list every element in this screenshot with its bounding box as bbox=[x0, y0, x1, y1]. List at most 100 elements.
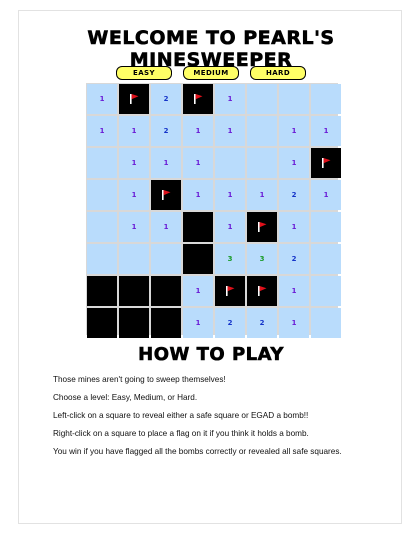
board-cell[interactable] bbox=[311, 308, 341, 338]
instruction-line: Choose a level: Easy, Medium, or Hard. bbox=[53, 393, 198, 402]
cell-number: 1 bbox=[163, 159, 169, 167]
board-cell[interactable] bbox=[311, 244, 341, 274]
board-cell[interactable]: 1 bbox=[183, 180, 213, 210]
board-cell[interactable] bbox=[183, 84, 213, 114]
board-cell[interactable]: 1 bbox=[119, 116, 149, 146]
board-cell[interactable]: 1 bbox=[215, 212, 245, 242]
board-cell[interactable] bbox=[311, 212, 341, 242]
board-cell[interactable] bbox=[87, 276, 117, 306]
flag-icon bbox=[258, 222, 267, 232]
board-cell[interactable] bbox=[279, 84, 309, 114]
board-cell[interactable] bbox=[87, 212, 117, 242]
cell-number: 1 bbox=[195, 319, 201, 327]
board-cell[interactable] bbox=[311, 84, 341, 114]
board-cell[interactable] bbox=[247, 212, 277, 242]
cell-number: 1 bbox=[291, 287, 297, 295]
board-cell[interactable]: 1 bbox=[183, 148, 213, 178]
board-cell[interactable] bbox=[87, 308, 117, 338]
board-cell[interactable] bbox=[311, 148, 341, 178]
flag-icon bbox=[322, 158, 331, 168]
board-cell[interactable]: 1 bbox=[87, 116, 117, 146]
board-cell[interactable]: 1 bbox=[183, 116, 213, 146]
board-cell[interactable] bbox=[247, 276, 277, 306]
instruction-line: Right-click on a square to place a flag … bbox=[53, 429, 309, 438]
board-cell[interactable]: 2 bbox=[247, 308, 277, 338]
board-cell[interactable] bbox=[247, 116, 277, 146]
board-cell[interactable]: 1 bbox=[279, 276, 309, 306]
board-cell[interactable]: 2 bbox=[151, 116, 181, 146]
board-cell[interactable]: 3 bbox=[247, 244, 277, 274]
cell-number: 1 bbox=[131, 127, 137, 135]
board-cell[interactable] bbox=[119, 244, 149, 274]
cell-number: 3 bbox=[227, 255, 233, 263]
board-cell[interactable]: 1 bbox=[215, 116, 245, 146]
cell-number: 2 bbox=[163, 95, 169, 103]
board-cell[interactable]: 1 bbox=[119, 148, 149, 178]
board-cell[interactable]: 1 bbox=[215, 180, 245, 210]
flag-icon bbox=[130, 94, 139, 104]
board-cell[interactable]: 2 bbox=[215, 308, 245, 338]
cell-number: 2 bbox=[227, 319, 233, 327]
cell-number: 2 bbox=[291, 255, 297, 263]
board-cell[interactable]: 1 bbox=[119, 180, 149, 210]
cell-number: 1 bbox=[99, 127, 105, 135]
cell-number: 2 bbox=[259, 319, 265, 327]
board-cell[interactable] bbox=[151, 244, 181, 274]
board-cell[interactable]: 1 bbox=[247, 180, 277, 210]
cell-number: 1 bbox=[195, 287, 201, 295]
board-cell[interactable] bbox=[151, 308, 181, 338]
cell-number: 1 bbox=[291, 127, 297, 135]
board-cell[interactable] bbox=[119, 308, 149, 338]
flag-icon bbox=[258, 286, 267, 296]
board-cell[interactable]: 1 bbox=[279, 116, 309, 146]
cell-number: 1 bbox=[291, 159, 297, 167]
board-cell[interactable] bbox=[215, 276, 245, 306]
cell-number: 1 bbox=[195, 127, 201, 135]
board-cell[interactable]: 1 bbox=[311, 180, 341, 210]
board-cell[interactable]: 2 bbox=[279, 180, 309, 210]
board-cell[interactable] bbox=[87, 148, 117, 178]
cell-number: 1 bbox=[131, 159, 137, 167]
hard-button[interactable]: Hard bbox=[250, 66, 306, 80]
board-cell[interactable]: 1 bbox=[311, 116, 341, 146]
board-cell[interactable]: 1 bbox=[183, 308, 213, 338]
board-cell[interactable]: 1 bbox=[215, 84, 245, 114]
board-cell[interactable] bbox=[215, 148, 245, 178]
board-cell[interactable]: 1 bbox=[279, 148, 309, 178]
board-cell[interactable] bbox=[151, 276, 181, 306]
cell-number: 1 bbox=[131, 191, 137, 199]
board-cell[interactable]: 1 bbox=[279, 308, 309, 338]
board-cell[interactable]: 2 bbox=[279, 244, 309, 274]
board-cell[interactable] bbox=[119, 84, 149, 114]
board-cell[interactable] bbox=[183, 244, 213, 274]
cell-number: 1 bbox=[131, 223, 137, 231]
cell-number: 1 bbox=[99, 95, 105, 103]
board-cell[interactable] bbox=[119, 276, 149, 306]
cell-number: 1 bbox=[195, 159, 201, 167]
flag-icon bbox=[226, 286, 235, 296]
cell-number: 1 bbox=[227, 191, 233, 199]
board-cell[interactable]: 1 bbox=[87, 84, 117, 114]
board-cell[interactable] bbox=[183, 212, 213, 242]
cell-number: 1 bbox=[323, 191, 329, 199]
board-cell[interactable] bbox=[87, 244, 117, 274]
board-cell[interactable] bbox=[151, 180, 181, 210]
board-cell[interactable] bbox=[247, 148, 277, 178]
level-selector: Easy Medium Hard bbox=[19, 66, 403, 80]
cell-number: 1 bbox=[323, 127, 329, 135]
board-cell[interactable] bbox=[311, 276, 341, 306]
board-cell[interactable]: 1 bbox=[119, 212, 149, 242]
board-cell[interactable] bbox=[87, 180, 117, 210]
board-cell[interactable] bbox=[247, 84, 277, 114]
minesweeper-board: 1 2 1 1 1 2 1 1 1 1 1 1 1 1 1 1 1 1 2 1 1 1 1 1 3 3 2 1 1 1 2 2 1 bbox=[86, 83, 341, 338]
board-cell[interactable]: 1 bbox=[151, 148, 181, 178]
board-cell[interactable]: 3 bbox=[215, 244, 245, 274]
cell-number: 1 bbox=[259, 191, 265, 199]
medium-button[interactable]: Medium bbox=[183, 66, 239, 80]
board-cell[interactable]: 1 bbox=[151, 212, 181, 242]
easy-button[interactable]: Easy bbox=[116, 66, 172, 80]
board-cell[interactable]: 1 bbox=[279, 212, 309, 242]
board-cell[interactable]: 2 bbox=[151, 84, 181, 114]
board-cell[interactable]: 1 bbox=[183, 276, 213, 306]
flag-icon bbox=[194, 94, 203, 104]
